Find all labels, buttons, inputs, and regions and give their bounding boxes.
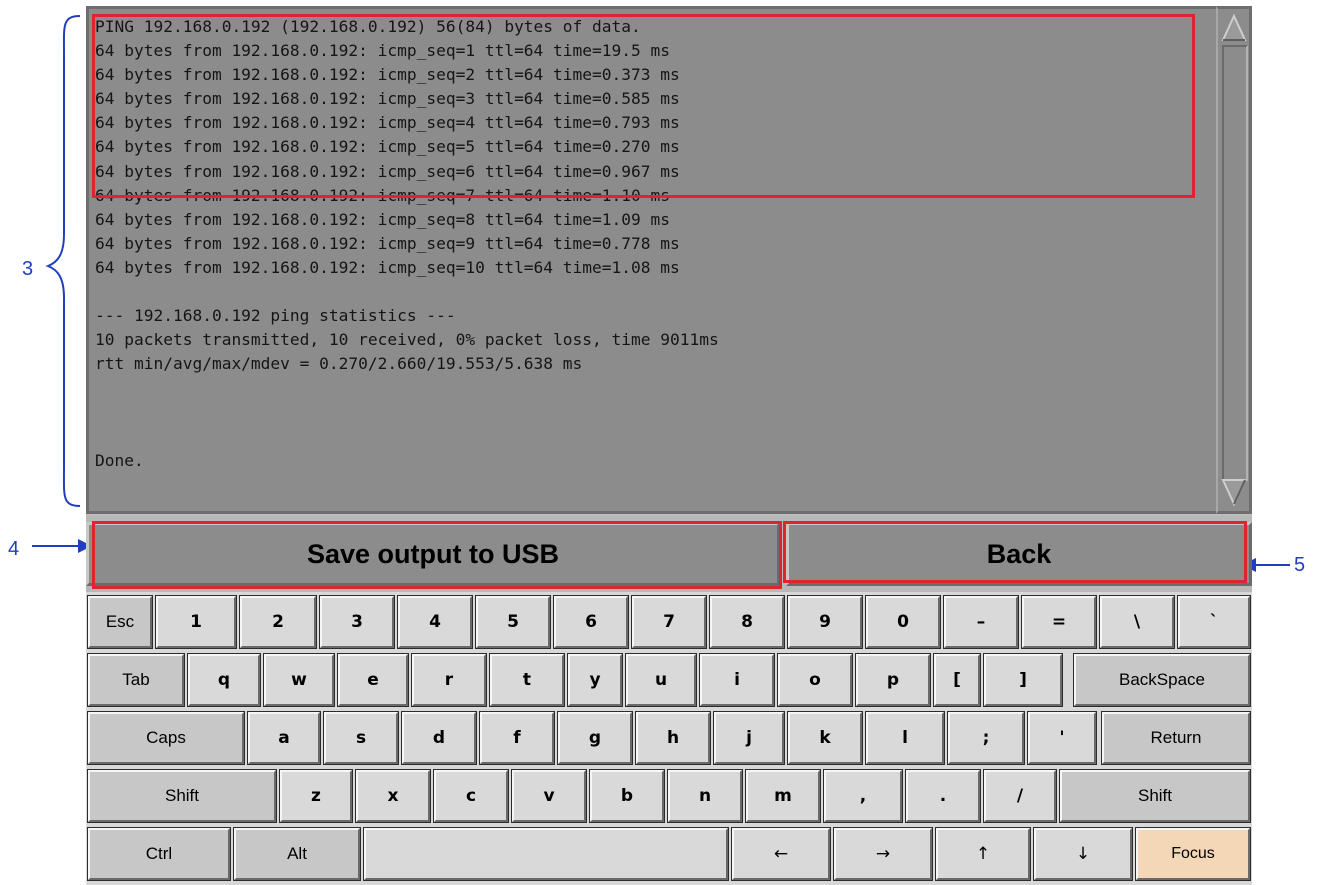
key-arrow-down[interactable]: ↓: [1033, 827, 1133, 881]
key-o[interactable]: o: [777, 653, 853, 707]
callout-label-5: 5: [1294, 554, 1306, 576]
key-0[interactable]: 0: [865, 595, 941, 649]
key-p[interactable]: p: [855, 653, 931, 707]
key-shift-left[interactable]: Shift: [87, 769, 277, 823]
key-q[interactable]: q: [187, 653, 261, 707]
terminal-line: 64 bytes from 192.168.0.192: icmp_seq=7 …: [95, 185, 670, 205]
key-right-bracket[interactable]: ]: [983, 653, 1063, 707]
key-esc[interactable]: Esc: [87, 595, 153, 649]
key-u[interactable]: u: [625, 653, 697, 707]
key-return[interactable]: Return: [1101, 711, 1251, 765]
key-tab[interactable]: Tab: [87, 653, 185, 707]
terminal-line: rtt min/avg/max/mdev = 0.270/2.660/19.55…: [95, 354, 583, 374]
key-backslash[interactable]: \: [1099, 595, 1175, 649]
key-c[interactable]: c: [433, 769, 509, 823]
key-minus[interactable]: –: [943, 595, 1019, 649]
key-5[interactable]: 5: [475, 595, 551, 649]
key-alt[interactable]: Alt: [233, 827, 361, 881]
key-3[interactable]: 3: [319, 595, 395, 649]
key-8[interactable]: 8: [709, 595, 785, 649]
terminal-line: 64 bytes from 192.168.0.192: icmp_seq=10…: [95, 257, 680, 277]
key-slash[interactable]: /: [983, 769, 1057, 823]
terminal-line: 64 bytes from 192.168.0.192: icmp_seq=8 …: [95, 209, 670, 229]
key-semicolon[interactable]: ;: [947, 711, 1025, 765]
key-arrow-right[interactable]: →: [833, 827, 933, 881]
on-screen-keyboard: Esc 1 2 3 4 5 6 7 8 9 0 – = \ ` Tab q w …: [86, 592, 1252, 885]
key-d[interactable]: d: [401, 711, 477, 765]
key-1[interactable]: 1: [155, 595, 237, 649]
key-ctrl[interactable]: Ctrl: [87, 827, 231, 881]
key-4[interactable]: 4: [397, 595, 473, 649]
save-output-to-usb-button[interactable]: Save output to USB: [86, 522, 780, 586]
terminal-line: 64 bytes from 192.168.0.192: icmp_seq=5 …: [95, 137, 680, 157]
key-z[interactable]: z: [279, 769, 353, 823]
key-t[interactable]: t: [489, 653, 565, 707]
callout-label-4: 4: [8, 538, 20, 560]
key-m[interactable]: m: [745, 769, 821, 823]
ping-tool-window: PING 192.168.0.192 (192.168.0.192) 56(84…: [86, 6, 1252, 885]
callout-label-3: 3: [22, 258, 34, 280]
scroll-up-arrow-icon[interactable]: [1221, 13, 1247, 43]
key-9[interactable]: 9: [787, 595, 863, 649]
key-6[interactable]: 6: [553, 595, 629, 649]
terminal-output[interactable]: PING 192.168.0.192 (192.168.0.192) 56(84…: [86, 6, 1216, 514]
key-i[interactable]: i: [699, 653, 775, 707]
key-period[interactable]: .: [905, 769, 981, 823]
key-arrow-left[interactable]: ←: [731, 827, 831, 881]
key-caps[interactable]: Caps: [87, 711, 245, 765]
key-backtick[interactable]: `: [1177, 595, 1251, 649]
terminal-line: 64 bytes from 192.168.0.192: icmp_seq=9 …: [95, 233, 680, 253]
key-backspace[interactable]: BackSpace: [1073, 653, 1251, 707]
terminal-line: Done.: [95, 450, 144, 470]
key-j[interactable]: j: [713, 711, 785, 765]
key-e[interactable]: e: [337, 653, 409, 707]
key-apostrophe[interactable]: ': [1027, 711, 1097, 765]
terminal-line: PING 192.168.0.192 (192.168.0.192) 56(84…: [95, 17, 641, 36]
terminal-line: 64 bytes from 192.168.0.192: icmp_seq=3 …: [95, 89, 680, 109]
key-shift-right[interactable]: Shift: [1059, 769, 1251, 823]
key-a[interactable]: a: [247, 711, 321, 765]
key-arrow-up[interactable]: ↑: [935, 827, 1031, 881]
key-focus[interactable]: Focus: [1135, 827, 1251, 881]
key-v[interactable]: v: [511, 769, 587, 823]
key-y[interactable]: y: [567, 653, 623, 707]
key-f[interactable]: f: [479, 711, 555, 765]
key-h[interactable]: h: [635, 711, 711, 765]
callout-brace-3: [45, 15, 81, 507]
key-comma[interactable]: ,: [823, 769, 903, 823]
key-x[interactable]: x: [355, 769, 431, 823]
back-button[interactable]: Back: [786, 522, 1252, 586]
vertical-scrollbar[interactable]: [1216, 6, 1252, 514]
key-n[interactable]: n: [667, 769, 743, 823]
key-b[interactable]: b: [589, 769, 665, 823]
key-equals[interactable]: =: [1021, 595, 1097, 649]
key-space[interactable]: [363, 827, 729, 881]
key-w[interactable]: w: [263, 653, 335, 707]
key-s[interactable]: s: [323, 711, 399, 765]
key-left-bracket[interactable]: [: [933, 653, 981, 707]
key-g[interactable]: g: [557, 711, 633, 765]
terminal-line: 10 packets transmitted, 10 received, 0% …: [95, 330, 719, 350]
scroll-down-arrow-icon[interactable]: [1221, 477, 1247, 507]
terminal-text: PING 192.168.0.192 (192.168.0.192) 56(84…: [89, 9, 1216, 473]
key-l[interactable]: l: [865, 711, 945, 765]
key-k[interactable]: k: [787, 711, 863, 765]
terminal-line: 64 bytes from 192.168.0.192: icmp_seq=1 …: [95, 41, 670, 61]
terminal-line: --- 192.168.0.192 ping statistics ---: [95, 306, 456, 326]
key-r[interactable]: r: [411, 653, 487, 707]
key-7[interactable]: 7: [631, 595, 707, 649]
scrollbar-thumb[interactable]: [1222, 45, 1248, 481]
terminal-line: 64 bytes from 192.168.0.192: icmp_seq=6 …: [95, 161, 680, 181]
key-2[interactable]: 2: [239, 595, 317, 649]
callout-arrow-4: [32, 539, 92, 553]
action-button-row: Save output to USB Back: [86, 516, 1252, 592]
terminal-line: 64 bytes from 192.168.0.192: icmp_seq=4 …: [95, 113, 680, 133]
terminal-line: 64 bytes from 192.168.0.192: icmp_seq=2 …: [95, 65, 680, 85]
